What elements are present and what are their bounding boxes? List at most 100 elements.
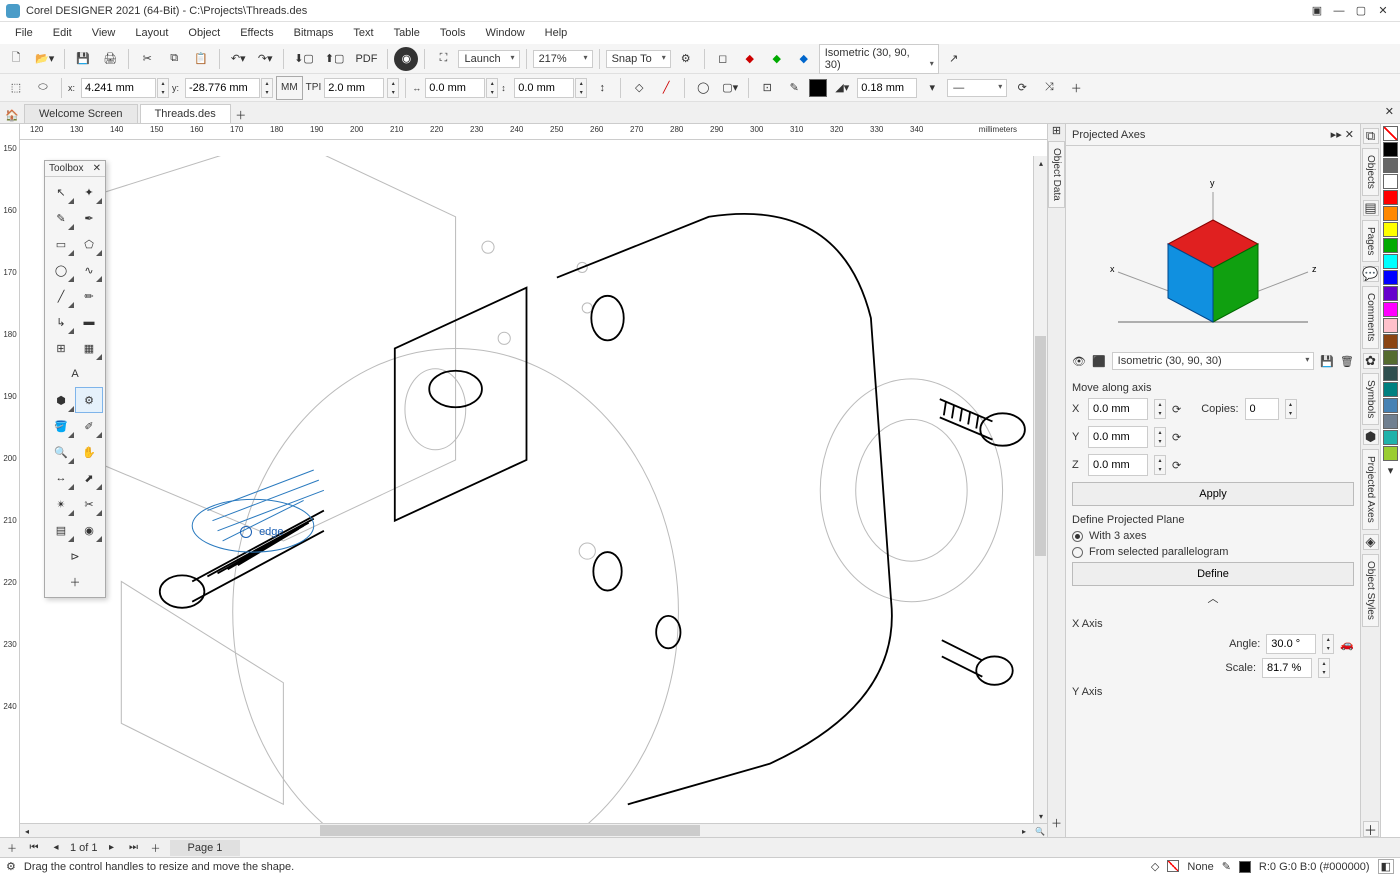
add-docker-icon[interactable]: ＋ (1363, 821, 1379, 837)
menu-window[interactable]: Window (477, 24, 534, 42)
rounded-icon[interactable]: ▢▾ (718, 76, 742, 100)
fill-none-swatch[interactable] (1167, 860, 1179, 872)
pdf-icon[interactable]: PDF (351, 47, 381, 71)
sidetab-object-styles[interactable]: Object Styles (1362, 554, 1379, 627)
menu-bitmaps[interactable]: Bitmaps (285, 24, 343, 42)
cylinder-icon[interactable]: ⬭ (31, 76, 55, 100)
tab-document[interactable]: Threads.des (140, 104, 231, 123)
projection-settings-icon[interactable]: ↗ (942, 47, 966, 71)
sidetab-objects[interactable]: Objects (1362, 148, 1379, 196)
menu-effects[interactable]: Effects (231, 24, 282, 42)
x-coord-input[interactable] (81, 78, 156, 98)
toolbox-close-icon[interactable]: ✕ (93, 163, 101, 174)
print-icon[interactable]: 🖨 (98, 47, 122, 71)
vertical-scrollbar[interactable]: ▴ ▾ (1033, 156, 1047, 823)
scale-spinner[interactable]: ▴▾ (1318, 658, 1330, 678)
copies-spinner[interactable]: ▴▾ (1285, 399, 1297, 419)
menu-help[interactable]: Help (536, 24, 577, 42)
front-plane-icon[interactable]: ◆ (765, 47, 789, 71)
color-swatch[interactable] (1383, 446, 1398, 461)
axis-z-spinner[interactable]: ▴▾ (1154, 455, 1166, 475)
sidetab-symbols[interactable]: Symbols (1362, 373, 1379, 425)
brush-tool-icon[interactable]: ✏ (75, 283, 103, 309)
pick-tool-icon[interactable]: ↖ (47, 179, 75, 205)
paste-icon[interactable]: 📋 (189, 47, 213, 71)
wrap-icon[interactable]: ⊡ (755, 76, 779, 100)
color-swatch[interactable] (1383, 366, 1398, 381)
pages-icon[interactable]: ▤ (1363, 200, 1379, 216)
close-tab-icon[interactable]: ✕ (1385, 105, 1394, 118)
fill-tool-icon[interactable]: 🪣 (47, 413, 75, 439)
radio-3-axes[interactable]: With 3 axes (1072, 530, 1354, 542)
axis-x-spinner[interactable]: ▴▾ (1154, 399, 1166, 419)
color-swatch[interactable] (1383, 270, 1398, 285)
table-tool-icon[interactable]: ⊞ (47, 335, 75, 361)
define-button[interactable]: Define (1072, 562, 1354, 586)
expand-icon[interactable]: ︿ (1072, 586, 1354, 610)
save-icon[interactable]: 💾 (71, 47, 95, 71)
no-fill-icon[interactable]: ╱ (654, 76, 678, 100)
right-plane-icon[interactable]: ◆ (792, 47, 816, 71)
fill-icon[interactable]: ◇ (627, 76, 651, 100)
color-swatch[interactable] (1383, 158, 1398, 173)
height-input[interactable] (514, 78, 574, 98)
color-swatch[interactable] (1383, 222, 1398, 237)
be-tool-icon[interactable]: ⊳ (47, 543, 103, 569)
toolbox-panel[interactable]: Toolbox ✕ ↖ ✦ ✎ ✒ ▭ ⬠ ◯ ∿ ╱ ✏ ↳ ▬ ⊞ (44, 160, 106, 598)
new-tab-icon[interactable]: ＋ (233, 107, 249, 123)
radio-parallelogram[interactable]: From selected parallelogram (1072, 546, 1354, 558)
objects-icon[interactable]: ⧉ (1363, 128, 1379, 144)
outline-color-swatch[interactable] (809, 79, 827, 97)
menu-object[interactable]: Object (179, 24, 229, 42)
scroll-up-icon[interactable]: ▴ (1034, 156, 1047, 170)
new-icon[interactable]: 🗋 (4, 47, 28, 71)
delete-preset-icon[interactable]: 🗑 (1340, 355, 1354, 368)
first-page-icon[interactable]: ⏮ (26, 840, 42, 856)
axis-x-input[interactable] (1088, 398, 1148, 420)
menu-tools[interactable]: Tools (431, 24, 475, 42)
color-swatch[interactable] (1383, 334, 1398, 349)
projaxes-icon[interactable]: ⬢ (1363, 429, 1379, 445)
top-plane-icon[interactable]: ◆ (738, 47, 762, 71)
outline-drop-icon[interactable]: ◢▾ (830, 76, 854, 100)
copies-input[interactable] (1245, 398, 1279, 420)
dock-collapse-icon[interactable]: ▸▸ (1331, 129, 1342, 141)
prev-page-icon[interactable]: ◂ (48, 840, 64, 856)
reset-x-icon[interactable]: ⟳ (1172, 403, 1181, 416)
color-swatch[interactable] (1383, 398, 1398, 413)
projection-dropdown[interactable]: Isometric (30, 90, 30) (819, 44, 939, 74)
scroll-left-icon[interactable]: ◂ (20, 824, 34, 838)
line-style-dropdown[interactable]: — (947, 79, 1007, 97)
color-swatch[interactable] (1383, 174, 1398, 189)
color-swatch[interactable] (1383, 318, 1398, 333)
page-tab[interactable]: Page 1 (170, 840, 241, 856)
graph-tool-icon[interactable]: ▦ (75, 335, 103, 361)
options-icon[interactable]: ▣ (1306, 2, 1328, 20)
menu-edit[interactable]: Edit (44, 24, 81, 42)
apply-button[interactable]: Apply (1072, 482, 1354, 506)
hub-icon[interactable]: ◉ (394, 47, 418, 71)
3d-tool-icon[interactable]: ⬢ (47, 387, 75, 413)
launch-dropdown[interactable]: Launch (458, 50, 519, 68)
palette-scroll-icon[interactable]: ▾ (1388, 464, 1394, 477)
rectangle-tool-icon[interactable]: ▭ (47, 231, 75, 257)
export-icon[interactable]: ⬆▢ (321, 47, 349, 71)
y-coord-input[interactable] (185, 78, 260, 98)
copy-icon[interactable]: ⧉ (162, 47, 186, 71)
freehand-tool-icon[interactable]: ✎ (47, 205, 75, 231)
tab-welcome[interactable]: Welcome Screen (24, 104, 138, 123)
eyedropper-tool-icon[interactable]: ✐ (75, 413, 103, 439)
color-swatch[interactable] (1383, 430, 1398, 445)
tpi-spinner[interactable]: ▴▾ (387, 78, 399, 98)
zoom-dropdown[interactable]: 217% (533, 50, 593, 68)
outline-width-drop[interactable]: ▾ (920, 76, 944, 100)
add-tool-icon[interactable]: ＋ (1064, 76, 1088, 100)
menu-layout[interactable]: Layout (126, 24, 177, 42)
grid-icon[interactable]: ⊞ (1052, 124, 1061, 137)
callout-tool-icon[interactable]: ⬈ (75, 465, 103, 491)
sidetab-projected-axes[interactable]: Projected Axes (1362, 449, 1379, 530)
eye-icon[interactable]: 👁 (1072, 355, 1086, 368)
reset-y-icon[interactable]: ⟳ (1172, 431, 1181, 444)
settings-icon[interactable]: ⚙ (674, 47, 698, 71)
snapto-dropdown[interactable]: Snap To (606, 50, 671, 68)
